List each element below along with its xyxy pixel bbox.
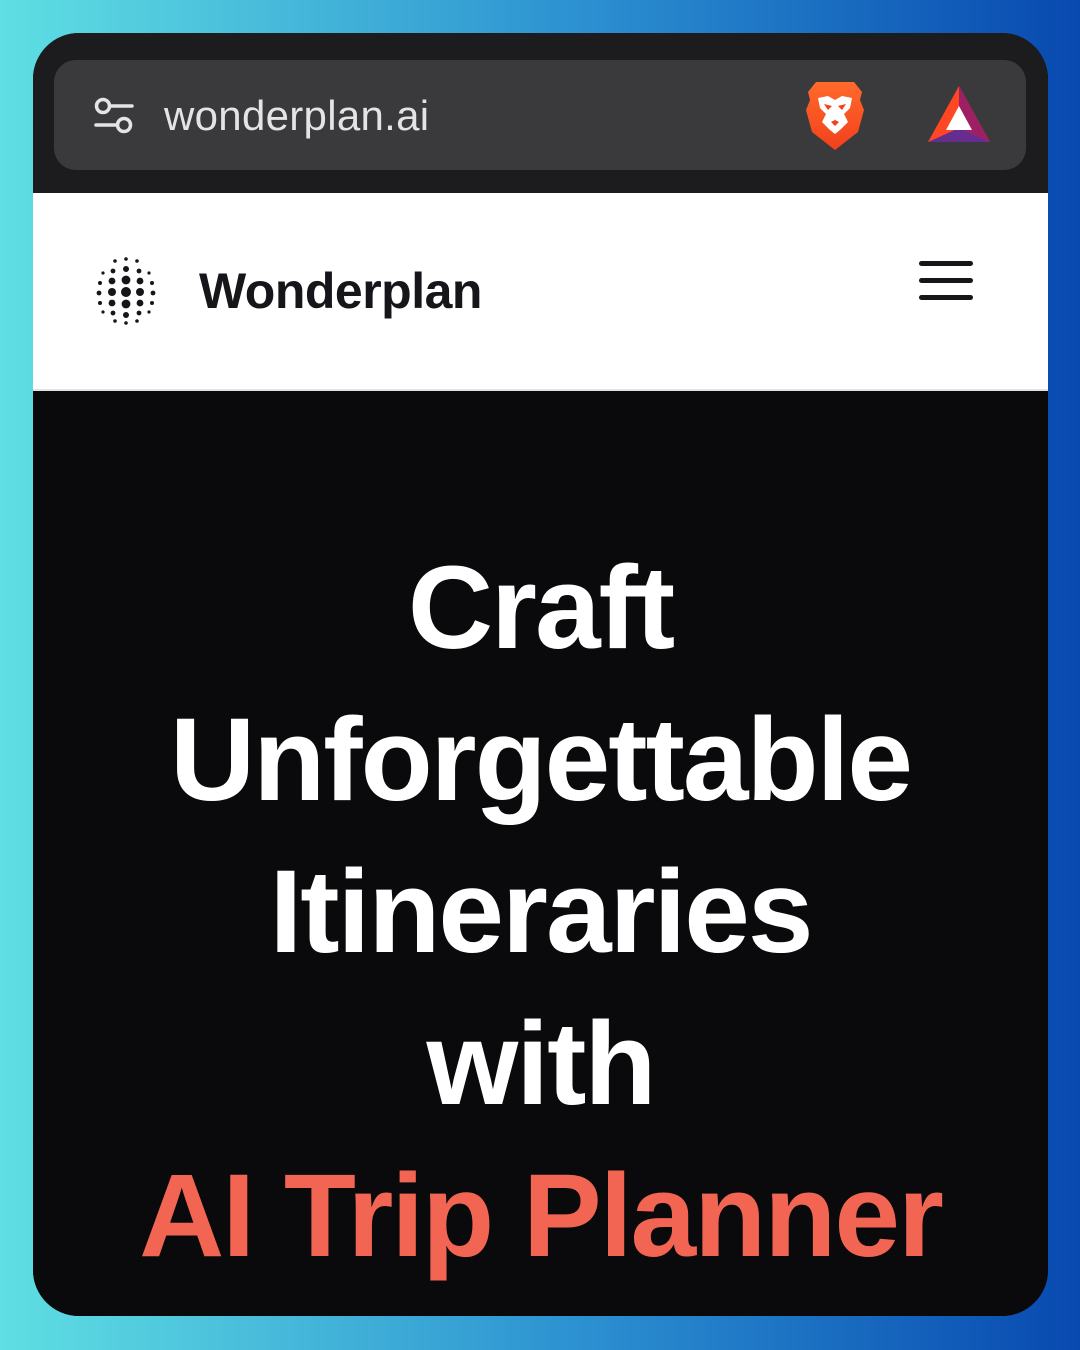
bat-rewards-icon[interactable] — [926, 84, 992, 146]
hero-title-accent: AI Trip Planner — [139, 1150, 944, 1282]
hero-section: Craft Unforgettable Itineraries with AI … — [33, 391, 1048, 1316]
brand-name[interactable]: Wonderplan — [199, 261, 482, 321]
hero-title-line-3: Itineraries — [269, 846, 813, 978]
tune-icon[interactable] — [92, 94, 136, 138]
hero-title-line-1: Craft — [407, 542, 675, 674]
site-header: Wonderplan — [33, 193, 1048, 391]
hero-title-line-4: with — [426, 998, 657, 1130]
address-bar[interactable]: wonderplan.ai — [54, 60, 1026, 170]
hero-title-line-2: Unforgettable — [170, 694, 913, 826]
hamburger-menu-icon[interactable] — [919, 259, 975, 303]
brave-lion-icon[interactable] — [804, 80, 866, 152]
dot-grid-logo-icon[interactable] — [93, 255, 159, 325]
phone-frame: wonderplan.ai Wonderplan Craft Unforgett… — [33, 33, 1048, 1316]
browser-toolbar: wonderplan.ai — [33, 33, 1048, 193]
url-text[interactable]: wonderplan.ai — [164, 88, 429, 144]
